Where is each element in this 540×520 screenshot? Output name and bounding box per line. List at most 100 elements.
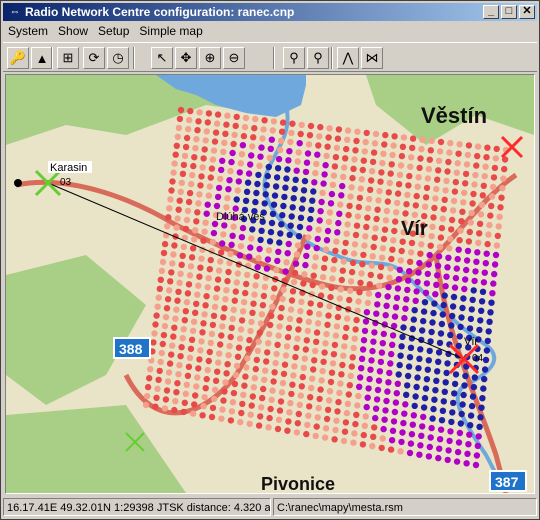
coverage-dot (400, 134, 408, 141)
coverage-dot (402, 305, 409, 312)
coverage-dot (294, 420, 301, 427)
coverage-dot (452, 274, 460, 282)
coverage-dot (290, 195, 297, 202)
coverage-dot (465, 441, 472, 448)
coverage-dot (255, 338, 262, 345)
coverage-dot (222, 379, 229, 386)
coverage-dot (304, 150, 312, 157)
coverage-dot (247, 327, 254, 335)
menu-show[interactable]: Show (53, 22, 93, 40)
coverage-dot (298, 121, 305, 129)
coverage-dot (166, 205, 173, 212)
coverage-dot (249, 393, 256, 400)
coverage-dot (365, 205, 372, 212)
coverage-dot (289, 381, 296, 388)
coverage-dot (224, 112, 231, 119)
coverage-dot (476, 220, 484, 227)
coverage-dot (450, 197, 458, 205)
refresh-button[interactable]: ⟳ (83, 47, 105, 69)
clock-button[interactable]: ◷ (107, 47, 129, 69)
coverage-dot (268, 396, 275, 403)
coverage-dot (265, 340, 272, 347)
coverage-dot (396, 266, 403, 273)
coverage-dot (189, 171, 196, 179)
profile-cross-button[interactable]: ⋈ (361, 47, 383, 69)
coverage-dot (161, 240, 169, 248)
station-search-button[interactable]: ⚲ (307, 47, 329, 69)
pointer-button[interactable]: ↖ (151, 47, 173, 69)
coverage-dot (240, 299, 248, 306)
coverage-dot (488, 299, 495, 306)
pan-button[interactable]: ✥ (175, 47, 197, 69)
coverage-dot (195, 118, 202, 125)
coverage-dot (299, 373, 306, 381)
coverage-dot (352, 326, 359, 333)
coverage-dot (248, 152, 255, 159)
toolbar: 🔑 ▲ ⊞ ⟳ ◷ ↖ ✥ ⊕ ⊖ ⚲ ⚲ ⋀ ⋈ (3, 42, 537, 72)
coverage-dot (262, 367, 269, 374)
key-button[interactable]: 🔑 (7, 47, 29, 69)
map-canvas[interactable]: Věstín Vír Pivonice Dlúhá ves 388 387 Ka… (6, 75, 534, 493)
coverage-dot (364, 299, 372, 307)
coverage-dot (404, 191, 411, 198)
coverage-dot (390, 237, 397, 244)
network-button[interactable]: ⊞ (57, 47, 79, 69)
coverage-dot (362, 233, 369, 240)
coverage-dot (220, 314, 227, 321)
coverage-dot (350, 439, 357, 446)
coverage-dot (460, 391, 467, 399)
coverage-dot (227, 333, 234, 341)
coverage-dot (352, 231, 360, 239)
coverage-dot (432, 291, 439, 298)
maximize-button[interactable]: □ (501, 5, 517, 19)
coverage-dot (490, 280, 497, 287)
coverage-dot (436, 445, 443, 452)
coverage-dot (378, 169, 385, 176)
station-add-button[interactable]: ⚲ (283, 47, 305, 69)
coverage-dot (176, 362, 183, 369)
coverage-dot (426, 156, 433, 163)
coverage-dot (180, 243, 187, 251)
coverage-dot (419, 423, 426, 430)
coverage-dot (467, 422, 474, 429)
zoom-in-button[interactable]: ⊕ (199, 47, 221, 69)
coverage-dot (392, 399, 400, 406)
coverage-dot (144, 383, 152, 391)
coverage-dot (474, 143, 482, 150)
town-label-dluha-ves: Dlúhá ves (216, 211, 265, 223)
coverage-dot (473, 258, 480, 265)
coverage-dot (244, 271, 251, 279)
coverage-dot (243, 280, 250, 288)
coverage-dot (413, 288, 420, 295)
profile-button[interactable]: ⋀ (337, 47, 359, 69)
title-bar[interactable]: ⇔ Radio Network Centre configuration: ra… (3, 3, 537, 21)
coverage-dot (464, 247, 472, 255)
coverage-dot (226, 342, 233, 350)
coverage-dot (404, 286, 411, 294)
coverage-dot (449, 409, 456, 416)
coverage-dot (278, 221, 285, 228)
coverage-dot (378, 444, 385, 452)
coverage-dot (488, 202, 495, 210)
menu-simple-map[interactable]: Simple map (134, 22, 207, 40)
coverage-dot (205, 275, 212, 282)
menu-setup[interactable]: Setup (93, 22, 134, 40)
menu-system[interactable]: System (3, 22, 53, 40)
coverage-dot (195, 282, 202, 289)
coverage-dot (436, 436, 444, 443)
map-view[interactable]: Věstín Vír Pivonice Dlúhá ves 388 387 Ka… (5, 74, 535, 494)
coverage-dot (369, 253, 376, 260)
coverage-dot (271, 285, 278, 292)
coverage-dot (443, 273, 450, 280)
zoom-out-button[interactable]: ⊖ (223, 47, 245, 69)
coverage-dot (344, 127, 352, 134)
coverage-dot (483, 347, 491, 354)
minimize-button[interactable]: _ (483, 5, 499, 19)
coverage-dot (355, 298, 362, 305)
coverage-dot (201, 146, 208, 153)
close-button[interactable]: ✕ (519, 5, 535, 19)
coverage-dot (275, 416, 283, 423)
antenna-up-button[interactable]: ▲ (31, 47, 53, 69)
coverage-dot (243, 188, 251, 195)
coverage-dot (435, 358, 442, 365)
